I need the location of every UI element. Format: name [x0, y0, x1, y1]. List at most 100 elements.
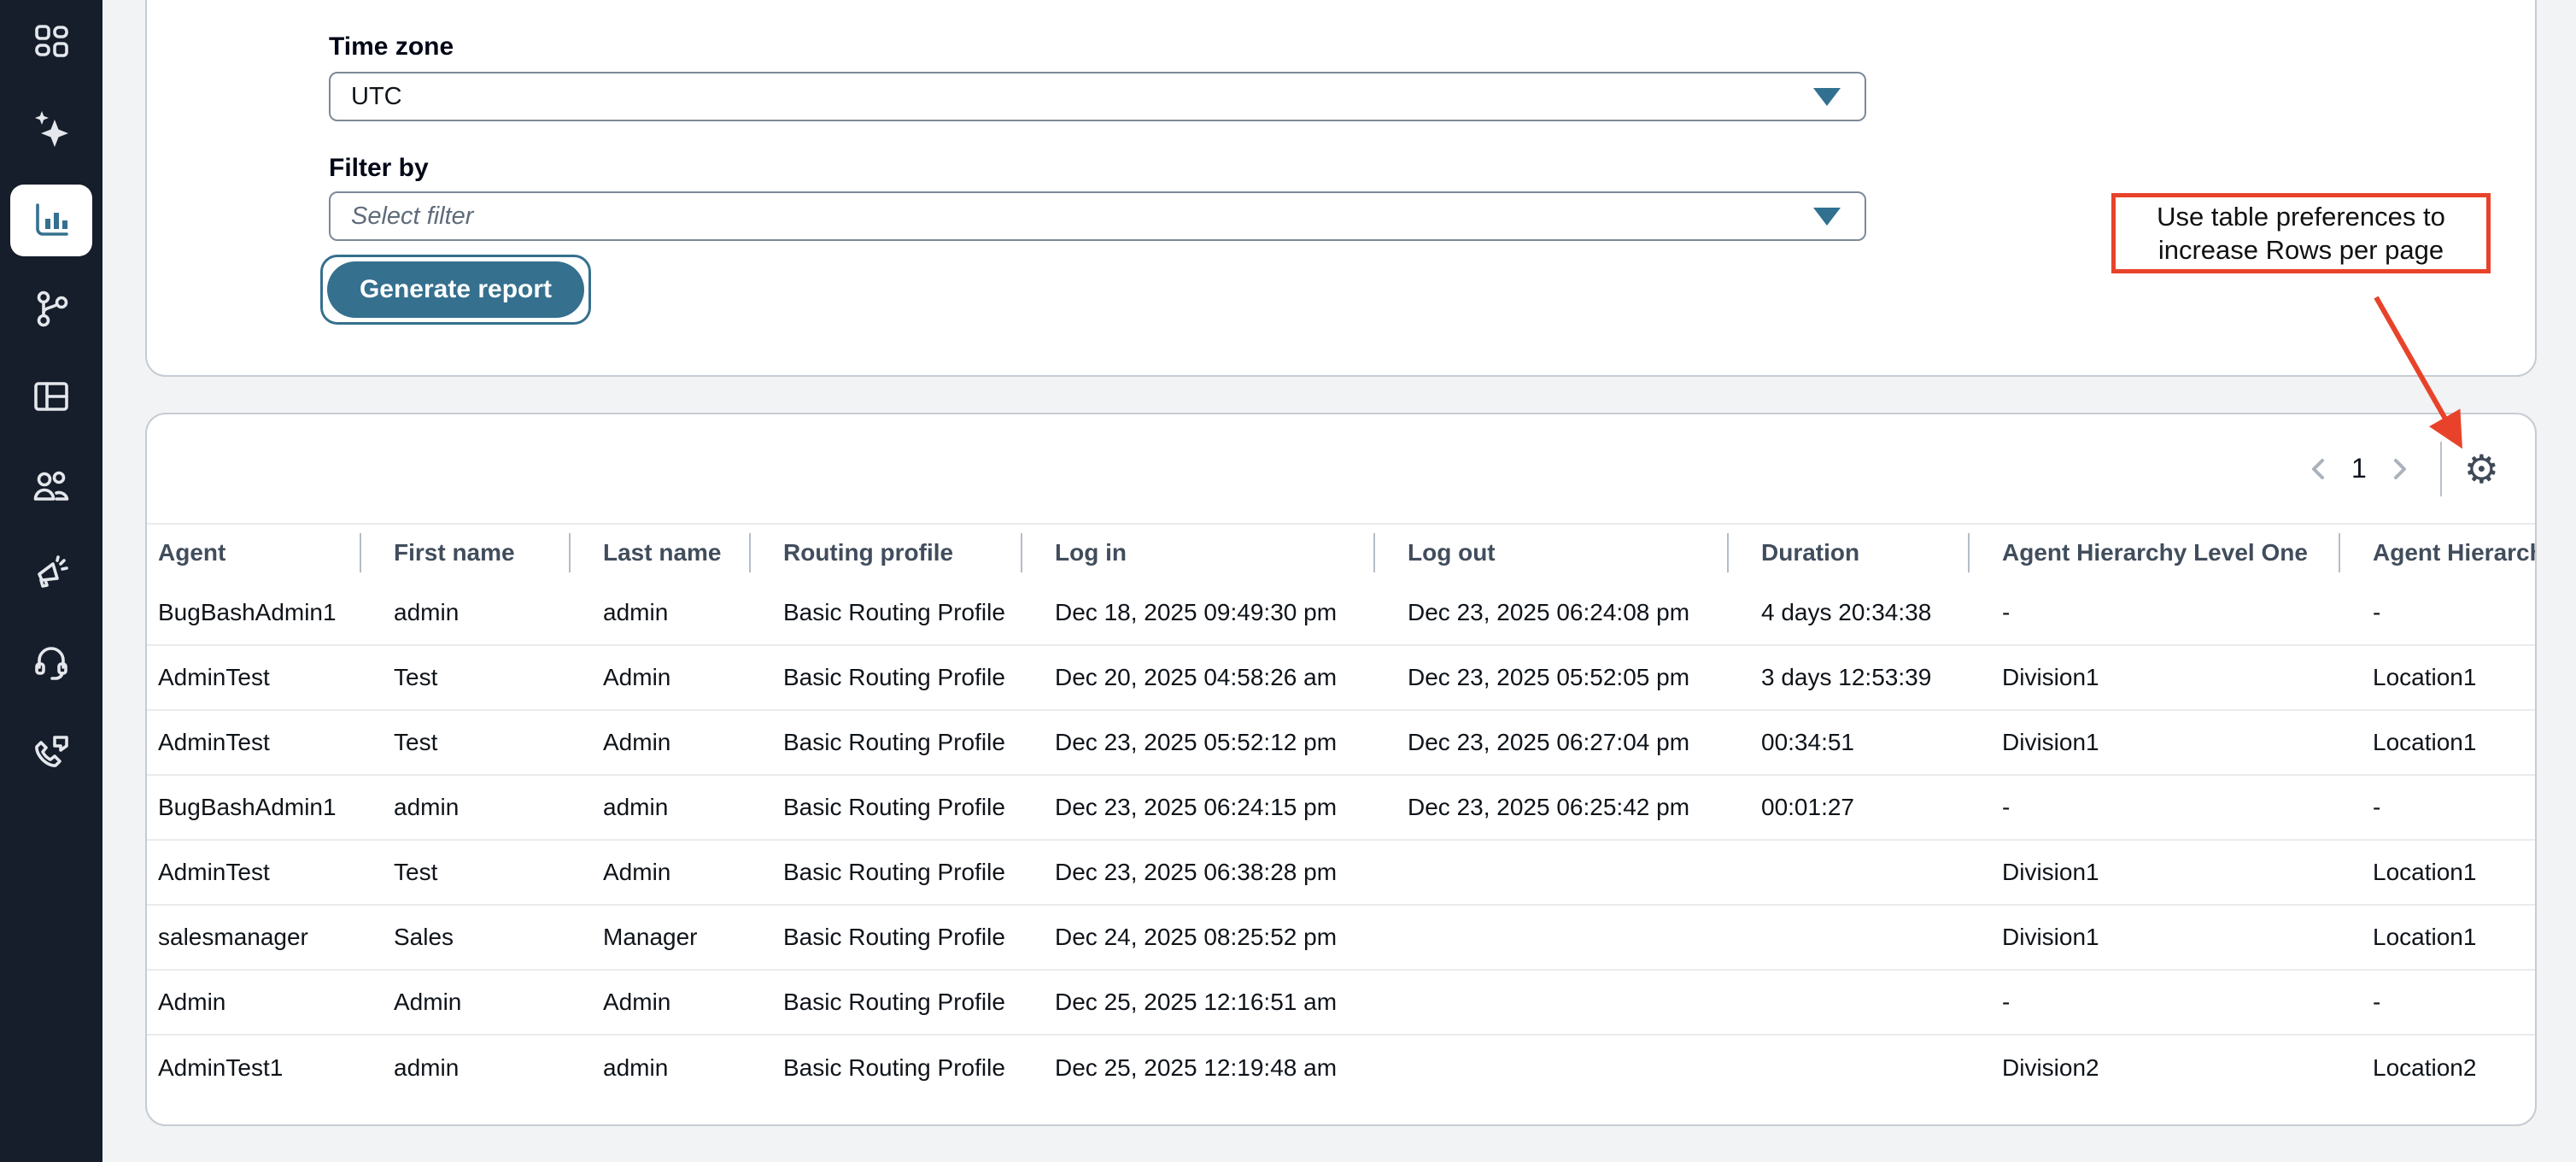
table-cell: Dec 23, 2025 05:52:12 pm	[1021, 711, 1373, 774]
column-header: Log out	[1373, 525, 1727, 581]
table-cell: Admin	[569, 711, 749, 774]
ai-sparkle-icon	[31, 108, 72, 149]
table-cell: -	[2339, 971, 2537, 1034]
sidebar-item-announcements[interactable]	[10, 537, 92, 609]
sidebar-item-dashboard[interactable]	[10, 361, 92, 432]
annotation-box: Use table preferences to increase Rows p…	[2111, 193, 2491, 273]
column-divider	[360, 533, 361, 572]
table-cell: Dec 25, 2025 12:16:51 am	[1021, 971, 1373, 1034]
filter-by-placeholder: Select filter	[351, 202, 1813, 231]
column-divider	[1373, 533, 1375, 572]
table-cell: admin	[569, 776, 749, 839]
generate-report-focus-ring: Generate report	[320, 255, 591, 325]
sidebar-item-users[interactable]	[10, 449, 92, 521]
table-cell: BugBashAdmin1	[147, 581, 360, 644]
flow-branch-icon	[31, 288, 72, 329]
column-divider	[2339, 533, 2340, 572]
time-zone-label: Time zone	[329, 32, 454, 62]
table-cell: Test	[360, 711, 569, 774]
table-cell	[1727, 971, 1968, 1034]
table-cell: admin	[360, 1036, 569, 1100]
table-cell: AdminTest1	[147, 1036, 360, 1100]
table-cell: Location1	[2339, 646, 2537, 709]
table-cell: 00:01:27	[1727, 776, 1968, 839]
column-header: Agent	[147, 525, 360, 581]
table-cell: Admin	[569, 646, 749, 709]
table-cell: Basic Routing Profile	[749, 581, 1021, 644]
table-cell: Test	[360, 646, 569, 709]
time-zone-select[interactable]: UTC	[329, 72, 1866, 121]
table-cell: AdminTest	[147, 841, 360, 904]
column-divider	[1968, 533, 1970, 572]
table-cell	[1727, 906, 1968, 969]
table-cell: AdminTest	[147, 711, 360, 774]
table-toolbar: 1 ⚙	[147, 414, 2535, 525]
table-cell: Dec 24, 2025 08:25:52 pm	[1021, 906, 1373, 969]
column-header: Routing profile	[749, 525, 1021, 581]
table-row: AdminTestTestAdminBasic Routing Profile D…	[147, 841, 2537, 906]
table-cell: Location1	[2339, 841, 2537, 904]
table-cell	[1373, 841, 1727, 904]
column-divider	[569, 533, 571, 572]
table-cell: Division1	[1968, 906, 2339, 969]
generate-report-button[interactable]: Generate report	[327, 261, 584, 318]
table-cell: Test	[360, 841, 569, 904]
sidebar-item-support[interactable]	[10, 626, 92, 698]
headset-icon	[31, 642, 72, 683]
table-cell: Admin	[360, 971, 569, 1034]
column-divider	[1727, 533, 1729, 572]
sidebar-item-apps[interactable]	[10, 5, 92, 77]
column-header: Last name	[569, 525, 749, 581]
users-icon	[31, 465, 72, 506]
time-zone-value: UTC	[351, 83, 1813, 111]
column-divider	[1021, 533, 1022, 572]
table-cell	[1373, 1036, 1727, 1100]
chevron-down-icon	[1813, 208, 1841, 226]
table-cell: 3 days 12:53:39	[1727, 646, 1968, 709]
table-cell: Location1	[2339, 906, 2537, 969]
table-cell: Admin	[147, 971, 360, 1034]
report-filter-card: Time zone UTC Filter by Select filter Ge…	[145, 0, 2537, 377]
column-header: Agent Hierarchy Level One	[1968, 525, 2339, 581]
bar-chart-icon	[31, 200, 72, 241]
sidebar-item-analytics[interactable]	[10, 185, 92, 256]
annotation-text-line2: increase Rows per page	[2158, 233, 2444, 267]
table-cell: Location1	[2339, 711, 2537, 774]
sidebar-item-routing[interactable]	[10, 273, 92, 344]
table-cell: Division1	[1968, 841, 2339, 904]
table-cell: BugBashAdmin1	[147, 776, 360, 839]
table-cell: Dec 25, 2025 12:19:48 am	[1021, 1036, 1373, 1100]
table-cell: Admin	[569, 841, 749, 904]
column-divider	[749, 533, 751, 572]
column-header: First name	[360, 525, 569, 581]
table-cell: 00:34:51	[1727, 711, 1968, 774]
table-cell: Location2	[2339, 1036, 2537, 1100]
table-cell: Basic Routing Profile	[749, 906, 1021, 969]
table-cell: -	[2339, 581, 2537, 644]
table-row: AdminTestTestAdminBasic Routing ProfileD…	[147, 711, 2537, 776]
table-row: BugBashAdmin1adminadminBasic Routing Pro…	[147, 776, 2537, 841]
filter-by-label: Filter by	[329, 154, 429, 183]
screen: Time zone UTC Filter by Select filter Ge…	[0, 0, 2576, 1162]
table-cell: Dec 18, 2025 09:49:30 pm	[1021, 581, 1373, 644]
table-row: AdminTest1adminadminBasic Routing Profil…	[147, 1036, 2537, 1100]
table-cell: admin	[360, 776, 569, 839]
layout-panel-icon	[31, 376, 72, 417]
table-cell: Manager	[569, 906, 749, 969]
sidebar-item-contact[interactable]	[10, 715, 92, 787]
table-cell: -	[1968, 776, 2339, 839]
sidebar-item-ai[interactable]	[10, 92, 92, 164]
table-cell	[1727, 1036, 1968, 1100]
table-cell: Basic Routing Profile	[749, 841, 1021, 904]
filter-by-select[interactable]: Select filter	[329, 191, 1866, 241]
column-header: Duration	[1727, 525, 1968, 581]
table-cell: Dec 23, 2025 05:52:05 pm	[1373, 646, 1727, 709]
table-cell: Admin	[569, 971, 749, 1034]
table-cell	[1727, 841, 1968, 904]
table-cell: Sales	[360, 906, 569, 969]
table-cell: 4 days 20:34:38	[1727, 581, 1968, 644]
table-cell: admin	[569, 1036, 749, 1100]
table-cell	[1373, 971, 1727, 1034]
table-cell: Basic Routing Profile	[749, 711, 1021, 774]
table-cell: Dec 20, 2025 04:58:26 am	[1021, 646, 1373, 709]
